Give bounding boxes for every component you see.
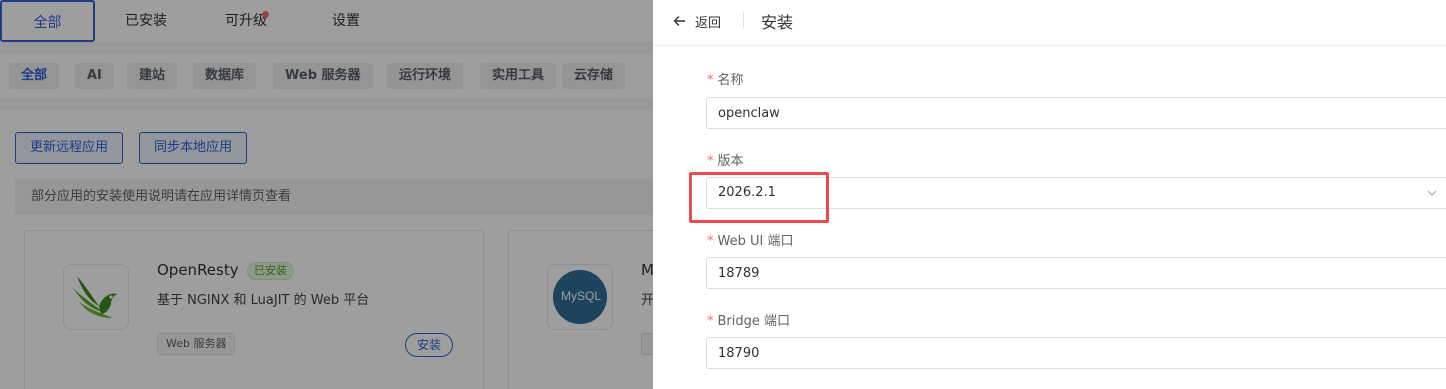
chevron-down-icon <box>1427 190 1437 196</box>
bridge-port-label: * Bridge 端口 <box>707 310 790 329</box>
version-select[interactable]: 2026.2.1 <box>706 177 1446 209</box>
name-label: * 名称 <box>707 69 744 88</box>
required-mark: * <box>707 314 714 329</box>
modal-overlay[interactable] <box>0 0 653 389</box>
back-label: 返回 <box>695 15 722 31</box>
arrow-left-icon <box>673 16 685 26</box>
drawer-header: 返回 安装 <box>653 0 1446 46</box>
webui-port-input[interactable] <box>706 257 1446 289</box>
install-drawer: 返回 安装 *名称 *版本 2026.2.1 *Web UI 端口 *Bridg… <box>653 0 1446 389</box>
required-mark: * <box>707 234 714 249</box>
required-mark: * <box>707 154 714 169</box>
webui-port-label-text: Web UI 端口 <box>717 234 794 249</box>
name-input[interactable] <box>706 97 1446 129</box>
drawer-title: 安装 <box>761 13 794 32</box>
bridge-port-input[interactable] <box>706 337 1446 369</box>
bridge-port-label-text: Bridge 端口 <box>717 314 791 329</box>
version-select-value: 2026.2.1 <box>718 185 776 200</box>
header-divider <box>743 12 744 28</box>
name-label-text: 名称 <box>717 73 744 88</box>
version-label: * 版本 <box>707 150 744 169</box>
version-label-text: 版本 <box>717 154 744 169</box>
required-mark: * <box>707 73 714 88</box>
back-button[interactable]: 返回 <box>673 11 721 31</box>
webui-port-label: * Web UI 端口 <box>707 230 793 249</box>
